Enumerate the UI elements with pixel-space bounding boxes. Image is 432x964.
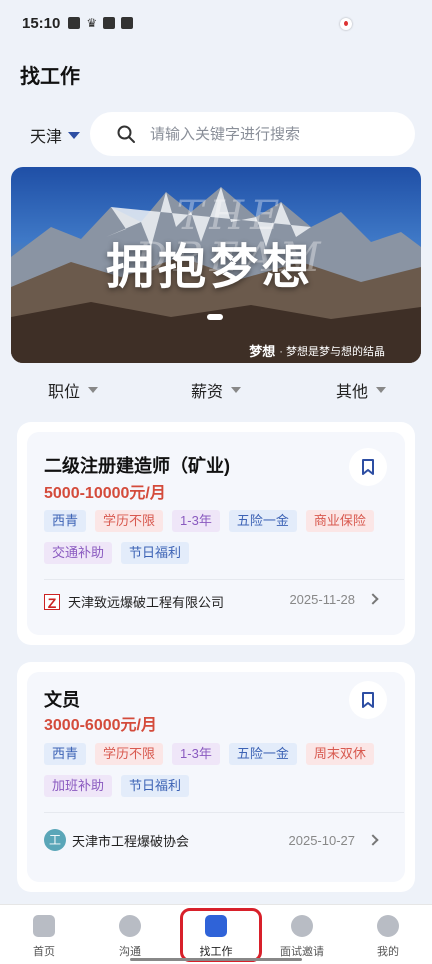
tag: 1-3年 — [172, 743, 220, 765]
company-name: 天津市工程爆破协会 — [72, 833, 190, 849]
chevron-right-icon — [367, 593, 379, 605]
tab-profile[interactable]: 我的 — [348, 911, 428, 959]
city-label: 天津 — [30, 129, 63, 146]
tab-chat[interactable]: 沟通 — [90, 911, 170, 959]
app-icon — [121, 17, 134, 29]
company-row[interactable]: Z 天津致远爆破工程有限公司 — [44, 592, 224, 611]
person-icon — [291, 915, 313, 937]
status-time: 15:10 — [22, 14, 61, 32]
tag: 五险一金 — [228, 743, 297, 765]
tag: 西青 — [44, 743, 87, 765]
tag: 周末双休 — [305, 743, 374, 765]
tag: 西青 — [44, 510, 87, 532]
divider — [44, 579, 404, 580]
job-card-body: 二级注册建造师（矿业) 5000-10000元/月 西青 学历不限 1-3年 五… — [27, 432, 405, 635]
tag: 学历不限 — [95, 743, 164, 765]
search-bar[interactable] — [90, 112, 415, 156]
company-logo: 工 — [44, 829, 66, 851]
divider — [44, 812, 404, 813]
carousel-indicator — [207, 314, 223, 320]
job-salary: 3000-6000元/月 — [44, 717, 157, 734]
tag: 商业保险 — [305, 510, 374, 532]
search-input[interactable] — [150, 125, 400, 143]
search-icon — [117, 125, 135, 143]
filter-position[interactable]: 职位 — [48, 378, 99, 402]
filter-salary[interactable]: 薪资 — [191, 378, 242, 402]
tag: 交通补助 — [44, 542, 113, 564]
job-title: 文员 — [44, 690, 80, 710]
link-icon — [103, 17, 116, 29]
caret-down-icon — [68, 131, 81, 139]
tag: 1-3年 — [172, 510, 220, 532]
media-icon — [68, 17, 81, 29]
post-date: 2025-10-27 — [288, 833, 356, 848]
profile-icon — [377, 915, 399, 937]
tab-highlight-box — [180, 908, 262, 962]
chevron-right-icon — [367, 834, 379, 846]
tag: 五险一金 — [228, 510, 297, 532]
tab-interview[interactable]: 面试邀请 — [262, 911, 342, 959]
banner-headline: 拥抱梦想 — [106, 239, 315, 295]
tag: 学历不限 — [95, 510, 164, 532]
bookmark-icon — [362, 692, 374, 708]
tab-home[interactable]: 首页 — [4, 911, 84, 959]
tag: 节日福利 — [121, 542, 190, 564]
bookmark-button[interactable] — [349, 681, 387, 719]
company-name: 天津致远爆破工程有限公司 — [68, 595, 225, 610]
filter-other[interactable]: 其他 — [336, 378, 387, 402]
page-title: 找工作 — [20, 66, 80, 88]
banner-caption: 梦想 · 梦想是梦与想的结晶 — [249, 344, 385, 359]
job-salary: 5000-10000元/月 — [44, 485, 166, 502]
notification-dot-icon — [340, 18, 352, 30]
job-tags: 西青 学历不限 1-3年 五险一金 周末双休 加班补助 节日福利 — [44, 743, 384, 797]
job-title: 二级注册建造师（矿业) — [44, 456, 230, 476]
home-icon — [33, 915, 55, 937]
bookmark-icon — [362, 459, 374, 475]
dropdown-icon — [231, 387, 242, 393]
home-indicator — [130, 958, 302, 961]
tag: 节日福利 — [121, 775, 190, 797]
job-tags: 西青 学历不限 1-3年 五险一金 商业保险 交通补助 节日福利 — [44, 510, 384, 564]
filter-bar: 职位 薪资 其他 — [0, 378, 432, 408]
company-logo: Z — [44, 593, 60, 611]
city-selector[interactable]: 天津 — [30, 123, 81, 147]
job-card-body: 文员 3000-6000元/月 西青 学历不限 1-3年 五险一金 周末双休 加… — [27, 672, 405, 882]
promo-banner[interactable]: THE DREAM 拥抱梦想 梦想 · 梦想是梦与想的结晶 — [11, 167, 421, 363]
dropdown-icon — [88, 387, 99, 393]
crown-icon: ♛ — [86, 16, 98, 30]
bookmark-button[interactable] — [349, 448, 387, 486]
post-date: 2025-11-28 — [289, 592, 355, 607]
job-card[interactable]: 文员 3000-6000元/月 西青 学历不限 1-3年 五险一金 周末双休 加… — [17, 662, 415, 892]
dropdown-icon — [376, 387, 387, 393]
tag: 加班补助 — [44, 775, 113, 797]
status-bar: 15:10 ♛ — [0, 0, 432, 46]
job-card[interactable]: 二级注册建造师（矿业) 5000-10000元/月 西青 学历不限 1-3年 五… — [17, 422, 415, 645]
chat-icon — [119, 915, 141, 937]
company-row[interactable]: 工 天津市工程爆破协会 — [44, 829, 189, 851]
